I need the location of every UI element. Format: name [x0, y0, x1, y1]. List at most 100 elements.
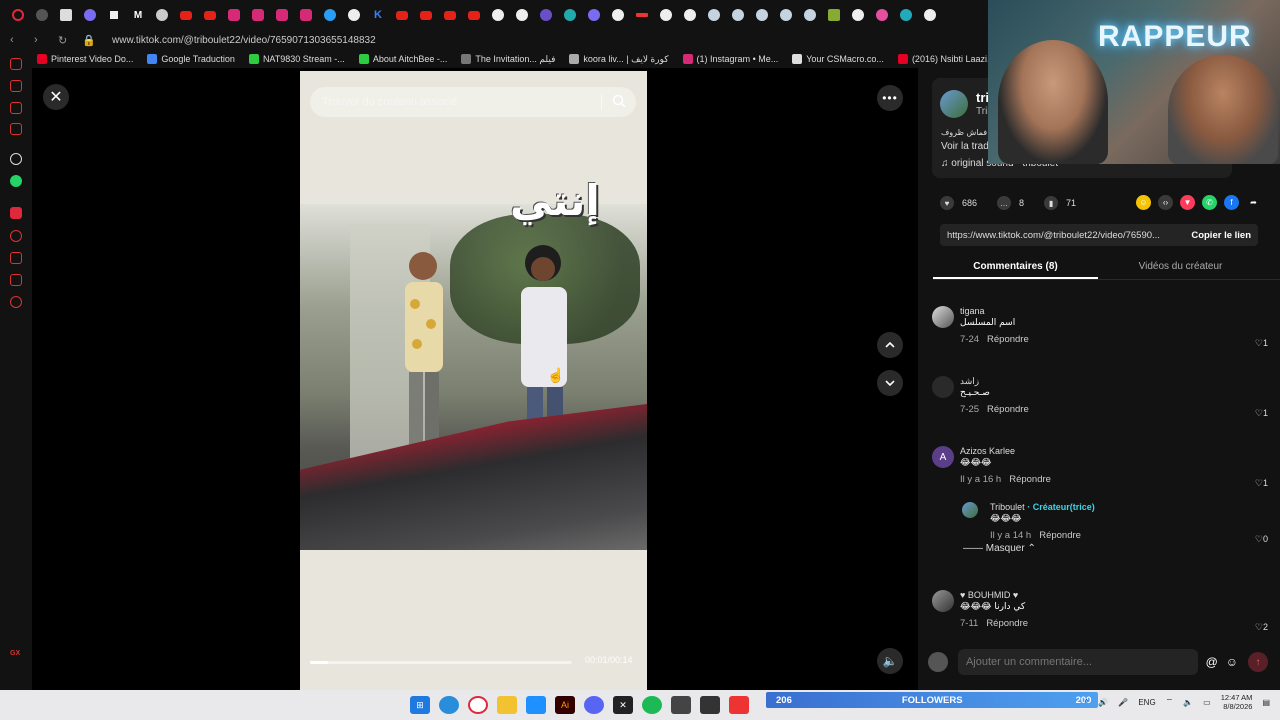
see-translation-link[interactable]: Voir la trad	[941, 141, 989, 152]
avatar[interactable]	[932, 306, 954, 328]
tab-icon[interactable]	[630, 4, 654, 26]
tab-icon[interactable]	[30, 4, 54, 26]
clock[interactable]: 12:47 AM 8/8/2026	[1221, 693, 1253, 711]
whatsapp-share-icon[interactable]: ✆	[1202, 195, 1217, 210]
steam-tab-icon[interactable]	[774, 4, 798, 26]
related-search-input[interactable]: Trouver du contenu associé	[310, 87, 636, 117]
reply-button[interactable]: Répondre	[987, 404, 1029, 415]
shield-icon[interactable]	[526, 696, 546, 714]
app-icon[interactable]	[671, 696, 691, 714]
emoji-icon[interactable]: ☺	[1226, 655, 1238, 669]
bookmark-item[interactable]: (2016) Nsibti Laazi...	[891, 54, 1002, 64]
edge-icon[interactable]	[439, 696, 459, 714]
comment-author[interactable]: Triboulet · Créateur(trice)	[990, 502, 1095, 512]
close-button[interactable]: ✕	[43, 84, 69, 110]
tab-icon[interactable]	[318, 4, 342, 26]
facebook-share-icon[interactable]: f	[1224, 195, 1239, 210]
steam-tab-icon[interactable]	[798, 4, 822, 26]
reply-button[interactable]: Répondre	[986, 618, 1028, 629]
url-field[interactable]: www.tiktok.com/@triboulet22/video/765907…	[112, 35, 376, 46]
tab-icon[interactable]	[846, 4, 870, 26]
gx-icon[interactable]: GX	[10, 650, 22, 662]
youtube-tab-icon[interactable]	[198, 4, 222, 26]
speaker-icon[interactable]: 🔈	[1183, 698, 1193, 707]
sidebar-icon[interactable]	[10, 58, 22, 70]
comment-like-button[interactable]: ♡0	[1255, 534, 1268, 545]
embed-icon[interactable]: ‹›	[1158, 195, 1173, 210]
tab-icon[interactable]	[102, 4, 126, 26]
app-icon[interactable]	[700, 696, 720, 714]
google-tab-icon[interactable]	[486, 4, 510, 26]
post-comment-button[interactable]: ↑	[1248, 652, 1268, 672]
bookmark-item[interactable]: The Invitation... فيلم	[454, 54, 562, 65]
bookmark-item[interactable]: Google Traduction	[140, 54, 242, 64]
sidebar-icon[interactable]	[10, 102, 22, 114]
app-icon[interactable]	[729, 696, 749, 714]
whatsapp-icon[interactable]	[10, 175, 22, 187]
sidebar-icon[interactable]	[10, 123, 22, 135]
instagram-tab-icon[interactable]	[246, 4, 270, 26]
wifi-icon[interactable]: ⌔	[1166, 697, 1174, 707]
youtube-tab-icon[interactable]	[462, 4, 486, 26]
file-explorer-icon[interactable]	[497, 696, 517, 714]
opera-menu-icon[interactable]	[6, 4, 30, 26]
comment-like-button[interactable]: ♡1	[1255, 408, 1268, 419]
copy-link-button[interactable]: Copier le lien	[1191, 230, 1251, 241]
tab-icon[interactable]	[822, 4, 846, 26]
windows-start-icon[interactable]: ⊞	[410, 696, 430, 714]
microphone-icon[interactable]: 🎤	[1118, 698, 1128, 707]
tab-icon[interactable]	[558, 4, 582, 26]
downloads-icon[interactable]	[10, 252, 22, 264]
tab-icon[interactable]	[534, 4, 558, 26]
instagram-tab-icon[interactable]	[270, 4, 294, 26]
video-player[interactable]: إنتي Trouver du contenu associé 00:01/00…	[300, 71, 647, 690]
forward-icon[interactable]: ›	[34, 34, 48, 46]
google-tab-icon[interactable]	[606, 4, 630, 26]
steam-tab-icon[interactable]	[750, 4, 774, 26]
instagram-tab-icon[interactable]	[222, 4, 246, 26]
comment-action[interactable]: … 8	[997, 196, 1024, 210]
capcut-icon[interactable]: ✕	[613, 696, 633, 714]
video-progress-bar[interactable]	[310, 661, 572, 664]
avatar[interactable]	[932, 376, 954, 398]
steam-tab-icon[interactable]	[702, 4, 726, 26]
sidebar-icon[interactable]	[10, 207, 22, 219]
google-tab-icon[interactable]	[918, 4, 942, 26]
avatar[interactable]	[932, 590, 954, 612]
reply-button[interactable]: Répondre	[987, 334, 1029, 345]
tab-comments[interactable]: Commentaires (8)	[933, 256, 1098, 279]
tab-icon[interactable]	[78, 4, 102, 26]
volume-icon[interactable]: 🔊	[1098, 698, 1108, 707]
youtube-tab-icon[interactable]	[390, 4, 414, 26]
more-options-button[interactable]: •••	[877, 85, 903, 111]
coin-icon[interactable]: ☺	[1136, 195, 1151, 210]
youtube-tab-icon[interactable]	[438, 4, 462, 26]
chevron-up-icon[interactable]: ^	[1085, 698, 1089, 707]
tab-icon[interactable]	[582, 4, 606, 26]
instagram-tab-icon[interactable]	[294, 4, 318, 26]
tab-icon[interactable]	[150, 4, 174, 26]
comment-like-button[interactable]: ♡1	[1255, 338, 1268, 349]
comment-input[interactable]	[957, 649, 1198, 675]
tab-icon[interactable]	[54, 4, 78, 26]
bookmark-item[interactable]: About AitchBee -...	[352, 54, 455, 64]
opera-gx-icon[interactable]	[468, 696, 488, 714]
save-action[interactable]: ▮ 71	[1044, 196, 1076, 210]
illustrator-icon[interactable]: Ai	[555, 696, 575, 714]
bookmark-item[interactable]: NAT9830 Stream -...	[242, 54, 352, 64]
steam-tab-icon[interactable]	[726, 4, 750, 26]
share-arrow-icon[interactable]: ➦	[1246, 195, 1261, 210]
notification-icon[interactable]: ▤	[1262, 698, 1270, 707]
avatar[interactable]	[962, 502, 978, 518]
like-action[interactable]: ♥ 686	[940, 196, 977, 210]
tab-icon[interactable]: M	[126, 4, 150, 26]
bookmark-item[interactable]: Your CSMacro.co...	[785, 54, 891, 64]
creator-avatar[interactable]	[940, 90, 968, 118]
back-icon[interactable]: ‹	[10, 34, 24, 46]
google-tab-icon[interactable]	[342, 4, 366, 26]
google-tab-icon[interactable]	[654, 4, 678, 26]
youtube-tab-icon[interactable]	[414, 4, 438, 26]
extensions-icon[interactable]	[10, 274, 22, 286]
comment-like-button[interactable]: ♡2	[1255, 622, 1268, 633]
sidebar-icon[interactable]	[10, 80, 22, 92]
